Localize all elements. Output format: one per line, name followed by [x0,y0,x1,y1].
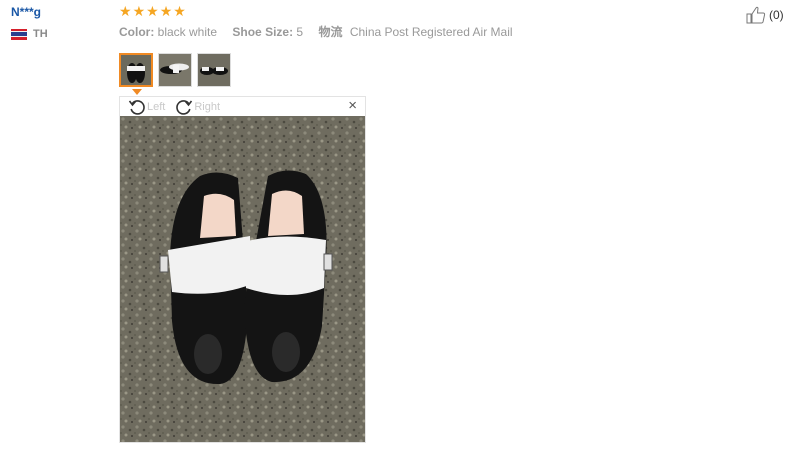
rotate-right-label: Right [194,100,221,113]
star-icon: ★ [159,3,173,19]
thumbs-up-icon [746,6,766,24]
helpful-button[interactable]: (0) [746,6,784,24]
rotate-left-button[interactable]: Left [128,98,165,116]
size-key: Shoe Size: [232,25,294,39]
country-code: TH [33,28,48,40]
active-thumbnail-pointer [132,89,142,95]
shoe-photo-thumbnail [198,54,230,86]
color-key: Color: [119,25,155,39]
shoe-photo-thumbnail [159,54,191,86]
helpful-count: (0) [769,8,784,22]
thumbnail-2[interactable] [158,53,192,87]
review-thumbnails [119,53,231,87]
order-attributes: Color: black white Shoe Size: 5 物流 China… [119,23,525,40]
shipping-key: 物流 [318,25,343,39]
thumbnail-1[interactable] [119,53,153,87]
star-rating: ★ ★ ★ ★ ★ [119,2,186,20]
size-value: 5 [296,25,304,39]
thumbnail-3[interactable] [197,53,231,87]
star-icon: ★ [173,3,186,19]
reviewer-name: N***g [11,5,42,19]
image-viewer: Left Right × [119,96,366,443]
star-icon: ★ [119,3,132,19]
rotate-left-label: Left [147,100,166,113]
close-icon[interactable]: × [348,98,357,114]
rotate-right-icon [176,99,193,115]
shipping-value: China Post Registered Air Mail [349,25,513,39]
color-value: black white [157,25,218,39]
rotate-left-icon [128,99,145,115]
review-photo [120,116,365,442]
reviewer-country: TH [11,28,48,40]
viewer-toolbar: Left Right × [120,97,365,116]
rotate-right-button[interactable]: Right [175,98,220,116]
shoes-on-granite-image [120,116,365,442]
star-icon: ★ [132,3,146,19]
thailand-flag-icon [11,28,27,40]
star-icon: ★ [146,3,159,19]
shoe-photo-thumbnail [121,55,151,85]
